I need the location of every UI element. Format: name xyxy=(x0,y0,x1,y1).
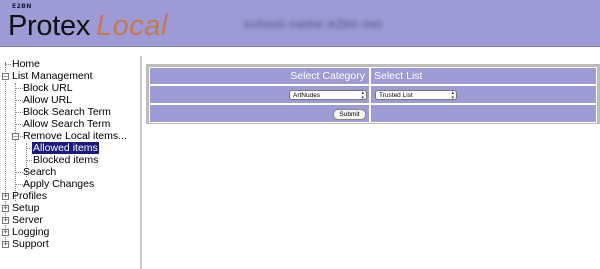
nav-server[interactable]: Server xyxy=(12,214,43,226)
tree-guide xyxy=(15,172,23,173)
tree-guide xyxy=(15,184,23,185)
nav-profiles[interactable]: Profiles xyxy=(12,190,47,202)
nav-home[interactable]: Home xyxy=(12,58,40,70)
brand-title-accent: Local xyxy=(96,10,168,42)
nav-allow-search-term[interactable]: Allow Search Term xyxy=(23,118,110,130)
tree-guide xyxy=(5,64,11,65)
nav-remove-local-items[interactable]: Remove Local items... xyxy=(23,130,127,142)
app-header: E2BN Protex Local school-name.e2bn.net xyxy=(0,0,600,47)
empty-cell xyxy=(370,104,597,123)
select-arrows-icon: ▴ ▾ xyxy=(361,90,364,101)
list-select-value: Trusted List xyxy=(379,92,413,99)
selection-form: Select Category Select List ArtNudes ▴ ▾ … xyxy=(149,67,597,123)
selection-panel: Select Category Select List ArtNudes ▴ ▾ … xyxy=(146,64,600,124)
list-select[interactable]: Trusted List ▴ ▾ xyxy=(375,90,457,101)
expand-list-management-icon[interactable] xyxy=(2,73,9,80)
nav-logging[interactable]: Logging xyxy=(12,226,49,238)
nav-block-url[interactable]: Block URL xyxy=(23,82,73,94)
category-select[interactable]: ArtNudes ▴ ▾ xyxy=(289,90,367,101)
tree-guide xyxy=(15,88,23,89)
nav-allowed-items[interactable]: Allowed items xyxy=(31,141,100,155)
tree-guide xyxy=(26,160,32,161)
nav-support[interactable]: Support xyxy=(12,238,49,250)
tree-guide xyxy=(15,112,23,113)
expand-setup-icon[interactable] xyxy=(2,205,9,212)
category-heading: Select Category xyxy=(290,70,365,82)
select-arrows-icon: ▴ ▾ xyxy=(451,90,454,101)
list-heading: Select List xyxy=(374,70,423,82)
blurred-school-name: school-name.e2bn.net xyxy=(244,17,383,31)
expand-profiles-icon[interactable] xyxy=(2,193,9,200)
tree-guide xyxy=(15,124,23,125)
brand-title-main: Protex xyxy=(8,10,91,42)
expand-logging-icon[interactable] xyxy=(2,229,9,236)
tree-guide xyxy=(15,100,23,101)
nav-block-search-term[interactable]: Block Search Term xyxy=(23,106,111,118)
category-select-cell: ArtNudes ▴ ▾ xyxy=(149,85,370,104)
nav-list-management[interactable]: List Management xyxy=(12,70,93,82)
nav-allow-url[interactable]: Allow URL xyxy=(23,94,72,106)
nav-apply-changes[interactable]: Apply Changes xyxy=(23,178,94,190)
list-select-cell: Trusted List ▴ ▾ xyxy=(370,85,597,104)
list-heading-cell: Select List xyxy=(370,67,597,85)
category-select-value: ArtNudes xyxy=(293,92,321,99)
submit-cell: Submit xyxy=(149,104,370,123)
sidebar: Home List Management Block URL Allow URL… xyxy=(0,56,142,269)
submit-button[interactable]: Submit xyxy=(333,109,366,120)
category-heading-cell: Select Category xyxy=(149,67,370,85)
nav-search[interactable]: Search xyxy=(23,166,56,178)
expand-remove-local-icon[interactable] xyxy=(12,133,19,140)
nav-blocked-items[interactable]: Blocked items xyxy=(33,154,98,166)
brand-title: Protex Local xyxy=(8,9,168,43)
expand-server-icon[interactable] xyxy=(2,217,9,224)
expand-support-icon[interactable] xyxy=(2,241,9,248)
nav-setup[interactable]: Setup xyxy=(12,202,39,214)
